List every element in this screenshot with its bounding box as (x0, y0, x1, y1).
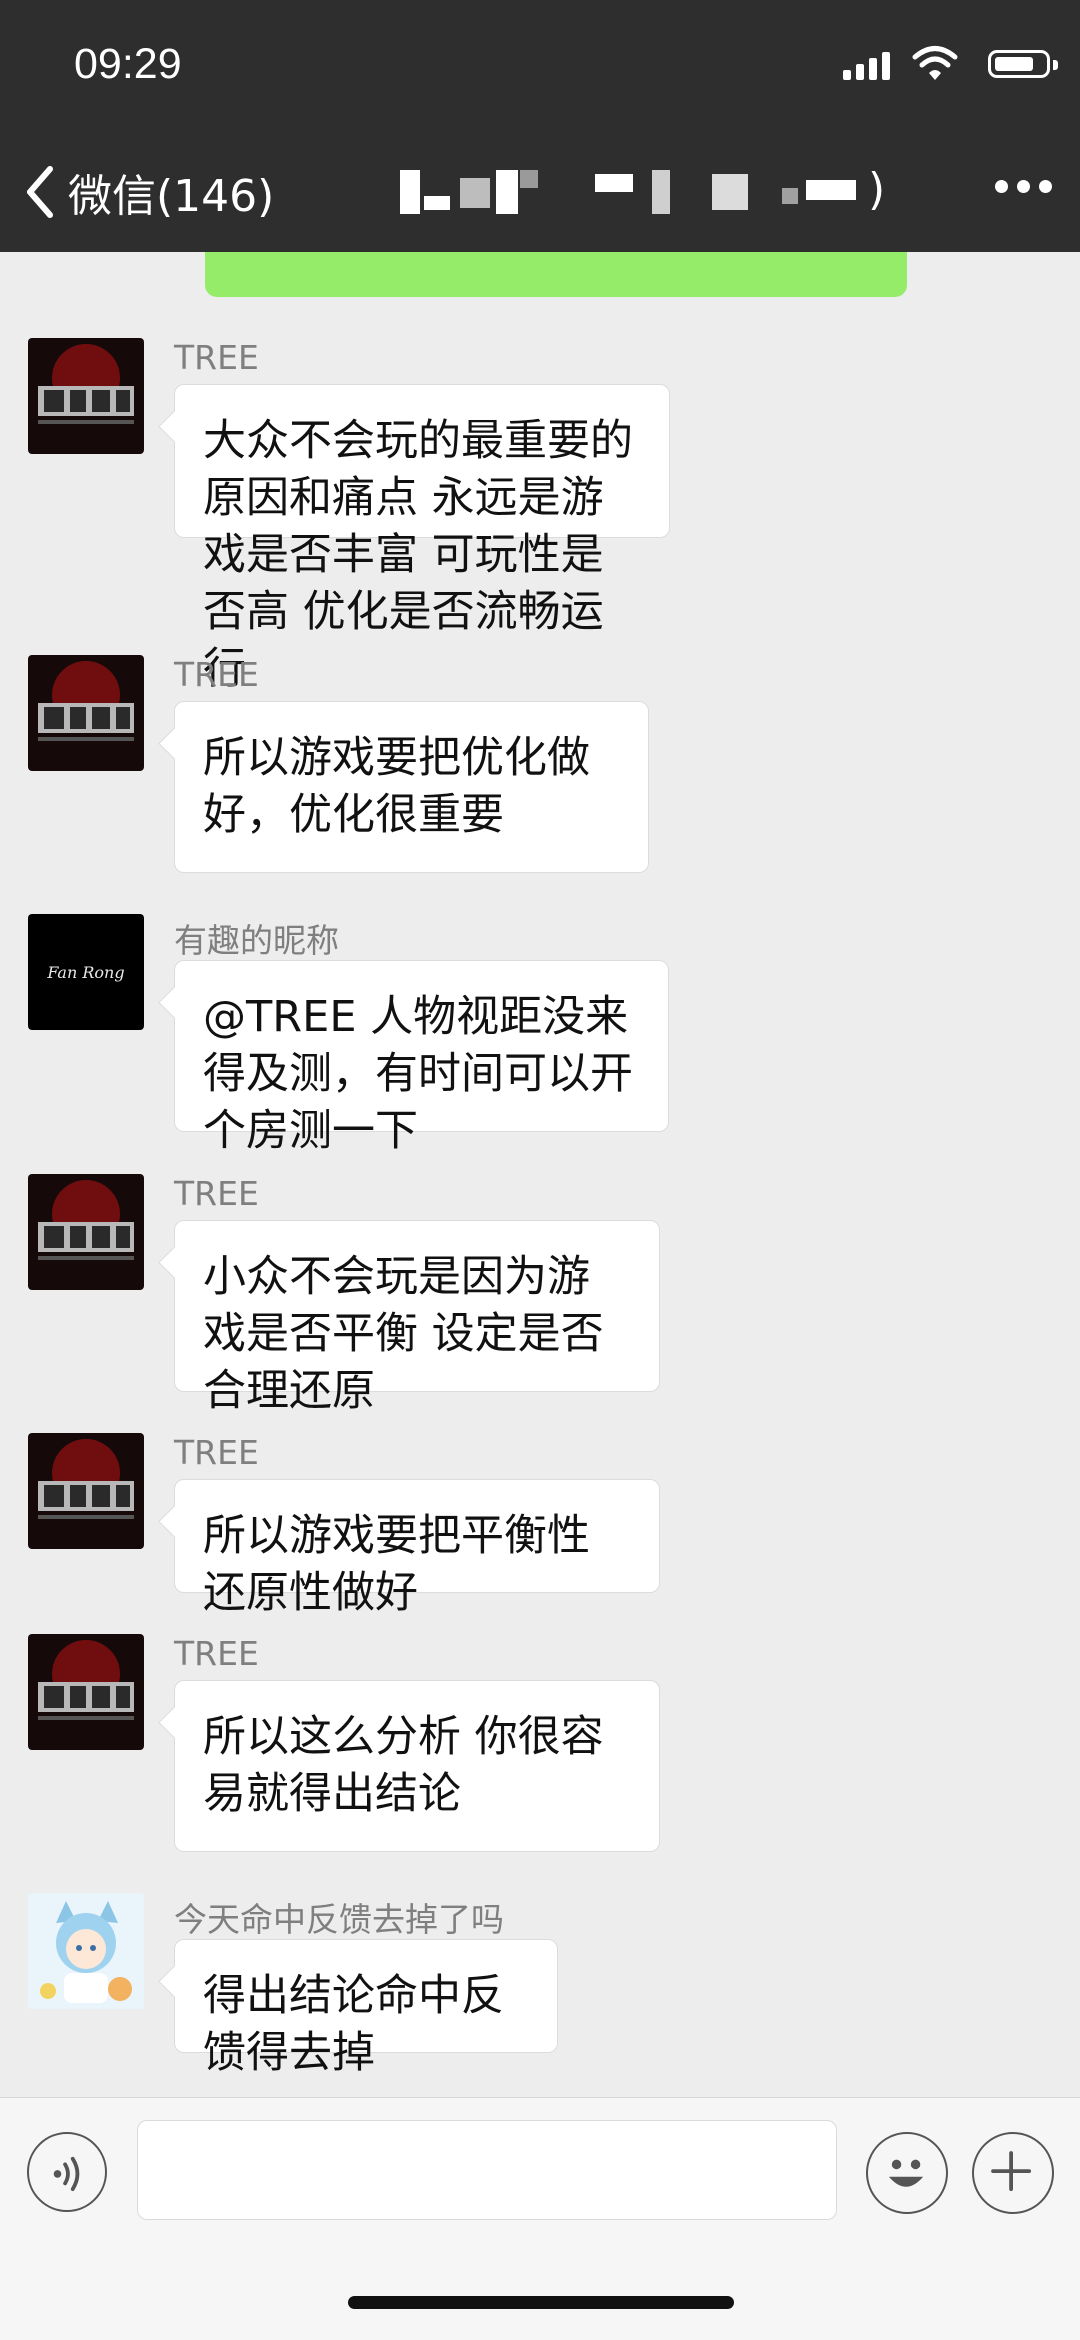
voice-icon (53, 2156, 80, 2191)
emoji-button[interactable] (866, 2132, 948, 2214)
tree-dragon-avatar[interactable] (28, 1433, 144, 1549)
sender-name: TREE (174, 1174, 259, 1213)
tree-dragon-avatar[interactable] (28, 655, 144, 771)
avatar-text: Fan Rong (47, 962, 125, 982)
plus-button[interactable] (972, 2132, 1054, 2214)
message-bubble[interactable]: 小众不会玩是因为游戏是否平衡 设定是否合理还原 (174, 1220, 660, 1416)
sender-name: TREE (174, 338, 259, 377)
anime-character-icon (28, 1893, 144, 2009)
dragon-logo-icon (38, 661, 134, 741)
input-toolbar (0, 2097, 1080, 2340)
message-text: 所以游戏要把优化做好，优化很重要 (203, 733, 590, 840)
nav-bar: 微信(146) ) (0, 160, 1080, 222)
battery-tip (1053, 60, 1058, 70)
back-label: 微信(146) (68, 171, 275, 222)
message-bubble[interactable]: 所以这么分析 你很容易就得出结论 (174, 1680, 660, 1852)
message-bubble[interactable]: 大众不会玩的最重要的原因和痛点 永远是游戏是否丰富 可玩性是否高 优化是否流畅运… (174, 384, 670, 694)
more-dot-icon (995, 180, 1008, 193)
fan-rong-avatar[interactable]: Fan Rong (28, 914, 144, 1030)
tree-dragon-avatar[interactable] (28, 338, 144, 454)
dragon-logo-icon (38, 1640, 134, 1720)
voice-button[interactable] (27, 2132, 107, 2212)
sender-name: TREE (174, 1634, 259, 1673)
battery-icon (988, 50, 1050, 78)
tree-dragon-avatar[interactable] (28, 1174, 144, 1290)
message-bubble[interactable]: 所以游戏要把平衡性 还原性做好 (174, 1479, 660, 1618)
message-bubble[interactable]: 所以游戏要把优化做好，优化很重要 (174, 701, 649, 873)
plus-icon (991, 2151, 1032, 2192)
anime-cat-girl-avatar[interactable] (28, 1893, 144, 2009)
message-bubble[interactable]: 得出结论命中反馈得去掉 (174, 1939, 558, 2078)
message-text: 得出结论命中反馈得去掉 (203, 1971, 504, 2078)
dragon-logo-icon (38, 1180, 134, 1260)
more-button[interactable] (995, 180, 1052, 193)
sender-name: TREE (174, 1433, 259, 1472)
message-text: 所以游戏要把平衡性 还原性做好 (203, 1511, 590, 1618)
sender-name: TREE (174, 655, 259, 694)
status-time: 09:29 (74, 40, 182, 88)
chevron-left-icon (27, 166, 53, 218)
message-bubble[interactable]: @TREE 人物视距没来得及测，有时间可以开个房测一下 (174, 960, 669, 1156)
chat-title-suffix: ) (868, 164, 886, 215)
status-bar: 09:29 (0, 40, 1080, 90)
message-input[interactable] (137, 2120, 837, 2220)
emoji-icon (888, 2159, 924, 2187)
message-text: 大众不会玩的最重要的原因和痛点 永远是游戏是否丰富 可玩性是否高 优化是否流畅运… (203, 416, 633, 694)
chat-header: 09:29 微信(146)) (0, 0, 1080, 252)
tree-dragon-avatar[interactable] (28, 1634, 144, 1750)
dragon-logo-icon (38, 1439, 134, 1519)
message-text: 小众不会玩是因为游戏是否平衡 设定是否合理还原 (203, 1252, 604, 1416)
more-dot-icon (1039, 180, 1052, 193)
more-dot-icon (1017, 180, 1030, 193)
wifi-icon (912, 46, 958, 80)
home-indicator[interactable] (348, 2296, 734, 2309)
message-text: @TREE 人物视距没来得及测，有时间可以开个房测一下 (203, 992, 633, 1156)
sender-name: 今天命中反馈去掉了吗 (174, 1900, 504, 1939)
dragon-logo-icon (38, 344, 134, 424)
cellular-signal-icon (843, 50, 895, 80)
message-text: 所以这么分析 你很容易就得出结论 (203, 1712, 604, 1819)
sender-name: 有趣的昵称 (174, 921, 339, 960)
back-button[interactable]: 微信(146) (24, 160, 274, 224)
